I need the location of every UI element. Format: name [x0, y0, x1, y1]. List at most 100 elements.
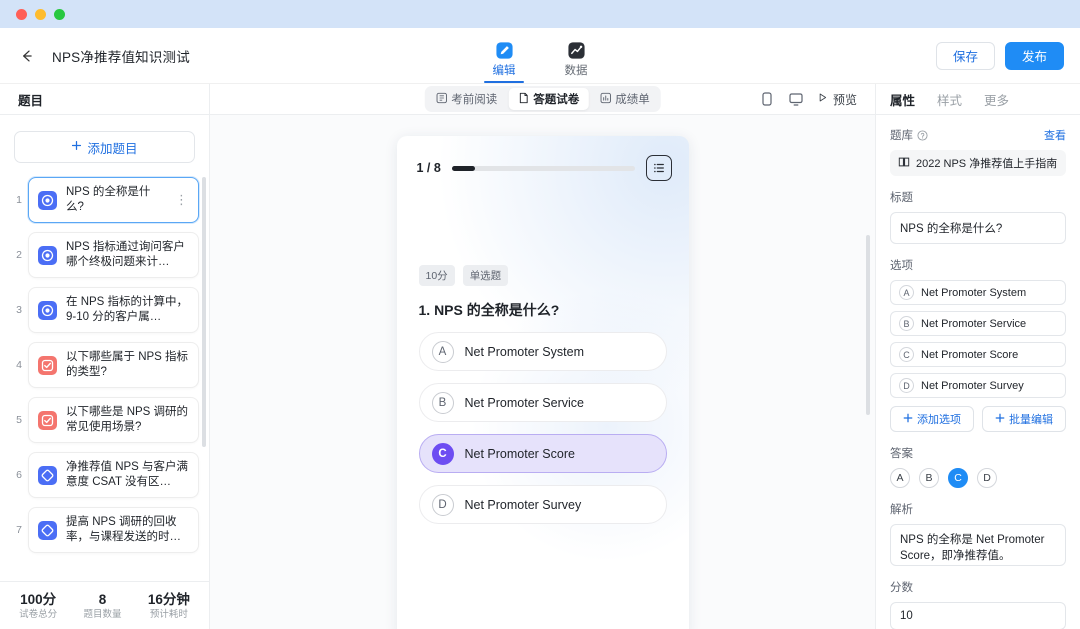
window-close-button[interactable]	[16, 8, 27, 20]
tab-edit-label: 编辑	[492, 65, 516, 77]
progress-fill	[451, 165, 475, 171]
answer-option-b[interactable]: B	[919, 468, 939, 488]
question-text: NPS 的全称是什么?	[66, 186, 151, 213]
question-index: 7	[16, 524, 22, 536]
answer-option-a[interactable]: A	[890, 468, 910, 488]
center-toolbar: 考前阅读 答题试卷 成绩单 预览	[210, 84, 875, 115]
segment-label: 成绩单	[615, 94, 650, 106]
question-bank-item-text: 2022 NPS 净推荐值上手指南	[916, 158, 1058, 170]
option-text: Net Promoter Service	[921, 317, 1027, 330]
desktop-icon[interactable]	[788, 91, 804, 107]
answer-option-c[interactable]: C	[948, 468, 968, 488]
save-button[interactable]: 保存	[935, 41, 995, 70]
sidebar-question-7[interactable]: 提高 NPS 调研的回收率，与课程发送的时…	[28, 507, 199, 553]
question-index: 4	[16, 359, 22, 371]
list-item: 5 以下哪些是 NPS 调研的常见使用场景?	[10, 397, 199, 443]
option-input-c[interactable]: C Net Promoter Score	[890, 342, 1066, 367]
list-item: 1 NPS 的全称是什么? ⋮	[10, 177, 199, 223]
center-scrollbar[interactable]	[866, 235, 870, 415]
sidebar-question-3[interactable]: 在 NPS 指标的计算中，9-10 分的客户属…	[28, 287, 199, 333]
sidebar-question-6[interactable]: 净推荐值 NPS 与客户满意度 CSAT 没有区…	[28, 452, 199, 498]
batch-edit-label: 批量编辑	[1009, 414, 1053, 426]
window-minimize-button[interactable]	[35, 8, 46, 20]
preview-progress-row: 1 / 8	[397, 136, 689, 181]
tab-more[interactable]: 更多	[984, 90, 1009, 109]
tab-edit[interactable]: 编辑	[482, 41, 526, 83]
option-text: Net Promoter Survey	[464, 497, 582, 512]
stat-value: 8	[98, 591, 107, 607]
score-input[interactable]: 10	[890, 602, 1066, 629]
preview-option-c[interactable]: C Net Promoter Score	[418, 434, 667, 473]
list-icon[interactable]	[645, 155, 672, 181]
option-key: D	[431, 493, 454, 516]
option-input-b[interactable]: B Net Promoter Service	[890, 311, 1066, 336]
option-input-d[interactable]: D Net Promoter Survey	[890, 373, 1066, 398]
more-vertical-icon[interactable]: ⋮	[175, 193, 189, 206]
app-body: 题目 添加题目 1 NPS 的全称是什么? ⋮ 2 NPS 指标通过询问客户哪个…	[0, 84, 1080, 629]
list-item: 6 净推荐值 NPS 与客户满意度 CSAT 没有区…	[10, 452, 199, 498]
tab-style[interactable]: 样式	[937, 90, 962, 109]
option-text: Net Promoter System	[464, 344, 584, 359]
plus-icon	[71, 140, 82, 154]
score-badge: 10分	[418, 265, 455, 286]
sidebar-stats: 100分 试卷总分 8 题目数量 16分钟 预计耗时	[0, 581, 209, 629]
option-key: B	[431, 391, 454, 414]
arrow-left-icon[interactable]	[16, 45, 38, 67]
question-bank-item[interactable]: 2022 NPS 净推荐值上手指南	[890, 150, 1066, 176]
preview-option-d[interactable]: D Net Promoter Survey	[418, 485, 667, 524]
tab-properties[interactable]: 属性	[890, 90, 915, 109]
sidebar-scrollbar[interactable]	[202, 177, 206, 447]
preview-canvas: 1 / 8 10分 单选题 1. NPS 的全称是什么? A Net Promo…	[210, 115, 875, 629]
sidebar-question-1[interactable]: NPS 的全称是什么? ⋮	[28, 177, 199, 223]
window-zoom-button[interactable]	[54, 8, 65, 20]
add-question-button[interactable]: 添加题目	[14, 131, 195, 163]
question-circle-icon[interactable]	[917, 129, 928, 141]
question-bank-view-link[interactable]: 查看	[1044, 127, 1066, 143]
question-text: 以下哪些是 NPS 调研的常见使用场景?	[66, 406, 189, 433]
list-item: 4 以下哪些属于 NPS 指标的类型?	[10, 342, 199, 388]
mobile-icon[interactable]	[759, 91, 775, 107]
score-label: 分数	[890, 582, 913, 594]
stat-label: 预计耗时	[149, 608, 188, 620]
judge-icon	[38, 465, 57, 485]
properties-panel: 属性 样式 更多 题库 查看 2022 NPS 净推荐值上手指南 标题 NPS …	[875, 84, 1080, 629]
preview-option-a[interactable]: A Net Promoter System	[418, 332, 667, 371]
progress-bar	[451, 165, 635, 171]
add-option-label: 添加选项	[917, 414, 961, 426]
option-input-a[interactable]: A Net Promoter System	[890, 280, 1066, 305]
segment-report[interactable]: 成绩单	[590, 88, 659, 110]
title-field-label: 标题	[890, 192, 913, 204]
stat-value: 100分	[20, 591, 57, 607]
publish-button[interactable]: 发布	[1004, 41, 1064, 70]
question-index: 6	[16, 469, 22, 481]
add-option-button[interactable]: 添加选项	[890, 406, 974, 432]
batch-edit-button[interactable]: 批量编辑	[982, 406, 1066, 432]
analysis-textarea[interactable]: NPS 的全称是 Net Promoter Score，即净推荐值。	[890, 524, 1066, 566]
sidebar-title: 题目	[0, 84, 209, 115]
segment-pre-reading[interactable]: 考前阅读	[426, 88, 506, 110]
preview-button[interactable]: 预览	[817, 91, 857, 108]
answer-option-d[interactable]: D	[977, 468, 997, 488]
list-item: 7 提高 NPS 调研的回收率，与课程发送的时…	[10, 507, 199, 553]
multi-choice-icon	[38, 410, 57, 430]
segment-label: 答题试卷	[533, 94, 580, 106]
sidebar-question-4[interactable]: 以下哪些属于 NPS 指标的类型?	[28, 342, 199, 388]
segment-answer-paper[interactable]: 答题试卷	[508, 88, 589, 110]
preview-label: 预览	[832, 92, 857, 107]
edit-pencil-icon	[495, 41, 514, 60]
header-left: NPS净推荐值知识测试	[0, 45, 190, 67]
add-question-label: 添加题目	[87, 141, 138, 156]
stat-label: 题目数量	[83, 608, 122, 620]
app-window: NPS净推荐值知识测试 编辑 数据 保存 发布 题目 添加题目 1 NPS 的全…	[0, 0, 1080, 629]
analysis-label: 解析	[890, 504, 913, 516]
title-input[interactable]: NPS 的全称是什么?	[890, 212, 1066, 244]
option-text: Net Promoter Score	[464, 446, 575, 461]
tab-data[interactable]: 数据	[554, 41, 598, 83]
question-index: 2	[16, 249, 22, 261]
stat-question-count: 8 题目数量	[83, 591, 121, 621]
sidebar-question-2[interactable]: NPS 指标通过询问客户哪个终极问题来计…	[28, 232, 199, 278]
preview-option-b[interactable]: B Net Promoter Service	[418, 383, 667, 422]
option-text: Net Promoter System	[921, 286, 1027, 299]
sidebar-question-5[interactable]: 以下哪些是 NPS 调研的常见使用场景?	[28, 397, 199, 443]
preview-question-text: 1. NPS 的全称是什么?	[418, 302, 560, 318]
